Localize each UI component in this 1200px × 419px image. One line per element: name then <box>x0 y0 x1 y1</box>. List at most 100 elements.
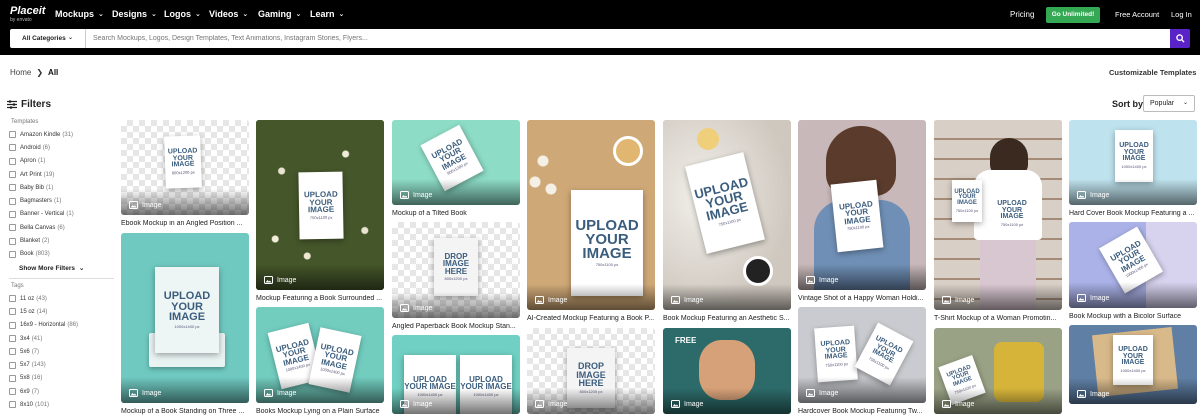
tag-filter-row[interactable]: 6x9 (7) <box>9 385 119 398</box>
template-card[interactable]: UPLOAD YOUR IMAGE 1000x1400 px Image <box>1069 325 1197 404</box>
checkbox[interactable] <box>9 401 16 409</box>
template-thumbnail[interactable]: UPLOAD YOUR IMAGE 1000x1400 px Image <box>1069 120 1197 205</box>
template-filter-row[interactable]: Banner - Vertical (1) <box>9 208 119 221</box>
search-button[interactable] <box>1170 29 1190 48</box>
nav-videos[interactable]: Videos ⌄ <box>209 9 248 19</box>
template-filter-row[interactable]: Book (803) <box>9 248 119 261</box>
checkbox[interactable] <box>9 171 16 179</box>
template-card[interactable]: UPLOAD YOUR IMAGE 750x1100 px Image Book Mo… <box>663 120 791 326</box>
template-filter-row[interactable]: Amazon Kindle (31) <box>9 128 119 141</box>
tag-filter-row[interactable]: 3x4 (41) <box>9 332 119 345</box>
checkbox[interactable] <box>9 131 16 139</box>
template-card[interactable]: UPLOAD YOUR IMAGE 750x1100 px Image AI-Crea… <box>527 120 655 326</box>
checkbox[interactable] <box>9 237 16 245</box>
template-caption[interactable]: T-Shirt Mockup of a Woman Promotin... <box>934 315 1062 322</box>
template-caption[interactable]: Hard Cover Book Mockup Featuring a ... <box>1069 210 1197 217</box>
tag-filter-row[interactable]: 15 oz (14) <box>9 305 119 318</box>
template-caption[interactable]: Mockup of a Tilted Book <box>392 210 520 217</box>
nav-mockups[interactable]: Mockups ⌄ <box>55 9 104 19</box>
template-caption[interactable]: Mockup Featuring a Book Surrounded ... <box>256 295 384 302</box>
template-card[interactable]: FREE Image <box>663 328 791 414</box>
checkbox[interactable] <box>9 210 16 218</box>
tag-filter-row[interactable]: 5x8 (16) <box>9 372 119 385</box>
checkbox[interactable] <box>9 224 16 232</box>
template-caption[interactable]: Book Mockup with a Bicolor Surface <box>1069 313 1197 320</box>
checkbox[interactable] <box>9 335 16 342</box>
template-filter-row[interactable]: Baby Bib (1) <box>9 181 119 194</box>
template-thumbnail[interactable]: UPLOAD YOUR IMAGE 800x1200 px Image <box>392 120 520 205</box>
template-card[interactable]: UPLOAD YOUR IMAGE1000x1400 pxUPLOAD YOUR… <box>392 335 520 414</box>
template-filter-row[interactable]: Blanket (2) <box>9 234 119 247</box>
free-account-link[interactable]: Free Account <box>1115 10 1159 19</box>
template-filter-row[interactable]: Android (6) <box>9 141 119 154</box>
template-caption[interactable]: Ebook Mockup in an Angled Position ... <box>121 220 249 227</box>
go-unlimited-button[interactable]: Go Unlimited! <box>1046 7 1100 23</box>
checkbox[interactable] <box>9 361 16 369</box>
nav-designs[interactable]: Designs ⌄ <box>112 9 157 19</box>
checkbox[interactable] <box>9 157 16 165</box>
template-filter-row[interactable]: Apron (1) <box>9 155 119 168</box>
category-select[interactable]: All Categories ⌄ <box>10 29 86 48</box>
checkbox[interactable] <box>9 348 16 356</box>
login-link[interactable]: Log In <box>1171 10 1192 19</box>
template-caption[interactable]: Angled Paperback Book Mockup Stan... <box>392 323 520 330</box>
template-caption[interactable]: AI-Created Mockup Featuring a Book P... <box>527 315 655 322</box>
tag-filter-row[interactable]: 16x9 - Horizontal (86) <box>9 319 119 332</box>
template-filter-row[interactable]: Art Print (19) <box>9 168 119 181</box>
checkbox[interactable] <box>9 184 16 192</box>
search-input[interactable] <box>86 29 1170 48</box>
template-card[interactable]: UPLOAD YOUR IMAGE 1000x1400 px Image Hard C… <box>1069 120 1197 221</box>
nav-learn[interactable]: Learn ⌄ <box>310 9 344 19</box>
template-thumbnail[interactable]: UPLOAD YOUR IMAGE750x1100 pxImage <box>256 120 384 290</box>
template-thumbnail[interactable]: UPLOAD YOUR IMAGE750x1100 pxImage <box>527 120 655 310</box>
template-thumbnail[interactable]: UPLOAD YOUR IMAGE750x1100 pxImage <box>798 120 926 290</box>
template-card[interactable]: UPLOAD YOUR IMAGE 750x1100 px UPLOAD YOUR … <box>934 120 1062 326</box>
template-card[interactable]: DROP IMAGE HERE800x1200 pxImage <box>527 328 655 414</box>
template-thumbnail[interactable]: UPLOAD YOUR IMAGE 1000x1400 px Image <box>1069 222 1197 308</box>
template-thumbnail[interactable]: UPLOAD YOUR IMAGE1000x1400 pxUPLOAD YOUR… <box>256 307 384 403</box>
filters-header[interactable]: Filters <box>7 99 51 110</box>
tag-filter-row[interactable]: 8x10 (101) <box>9 398 119 411</box>
template-filter-row[interactable]: Bella Canvas (6) <box>9 221 119 234</box>
template-thumbnail[interactable]: UPLOAD YOUR IMAGE 1000x1400 px Image <box>121 233 249 403</box>
pricing-link[interactable]: Pricing <box>1010 10 1034 19</box>
template-card[interactable]: DROP IMAGE HERE 800x1200 px Image Angled Pa… <box>392 222 520 334</box>
template-thumbnail[interactable]: UPLOAD YOUR IMAGE 800x1200 px Image <box>121 120 249 215</box>
checkbox[interactable] <box>9 388 16 396</box>
checkbox[interactable] <box>9 295 16 303</box>
checkbox[interactable] <box>9 144 16 152</box>
template-thumbnail[interactable]: UPLOAD YOUR IMAGE1000x1400 pxUPLOAD YOUR… <box>392 335 520 414</box>
template-thumbnail[interactable]: UPLOAD YOUR IMAGE 1000x1400 px Image <box>1069 325 1197 404</box>
template-card[interactable]: UPLOAD YOUR IMAGE 1000x1400 px Image Book M… <box>1069 222 1197 324</box>
checkbox[interactable] <box>9 321 16 329</box>
template-thumbnail[interactable]: FREE Image <box>663 328 791 414</box>
checkbox[interactable] <box>9 197 16 205</box>
customizable-templates-link[interactable]: Customizable Templates <box>1109 68 1196 77</box>
template-caption[interactable]: Book Mockup Featuring an Aesthetic S... <box>663 315 791 322</box>
template-card[interactable]: UPLOAD YOUR IMAGE750x1100 pxImage <box>934 328 1062 414</box>
checkbox[interactable] <box>9 250 16 258</box>
tag-filter-row[interactable]: 5x6 (7) <box>9 345 119 358</box>
template-card[interactable]: UPLOAD YOUR IMAGE 750x1100 px UPLOAD YOUR … <box>798 307 926 419</box>
template-card[interactable]: UPLOAD YOUR IMAGE1000x1400 pxUPLOAD YOUR… <box>256 307 384 419</box>
nav-gaming[interactable]: Gaming ⌄ <box>258 9 301 19</box>
breadcrumb-home[interactable]: Home <box>10 68 31 77</box>
template-card[interactable]: UPLOAD YOUR IMAGE 800x1200 px Image Ebook M… <box>121 120 249 231</box>
tag-filter-row[interactable]: 5x7 (143) <box>9 358 119 371</box>
template-thumbnail[interactable]: UPLOAD YOUR IMAGE750x1100 pxImage <box>934 328 1062 414</box>
template-card[interactable]: UPLOAD YOUR IMAGE 750x1100 px Image Vintage… <box>798 120 926 306</box>
template-card[interactable]: UPLOAD YOUR IMAGE 800x1200 px Image Mockup … <box>392 120 520 221</box>
template-caption[interactable]: Vintage Shot of a Happy Woman Holdi... <box>798 295 926 302</box>
template-thumbnail[interactable]: UPLOAD YOUR IMAGE 750x1100 px UPLOAD YOUR … <box>798 307 926 403</box>
template-thumbnail[interactable]: UPLOAD YOUR IMAGE750x1100 pxImage <box>663 120 791 310</box>
nav-logos[interactable]: Logos ⌄ <box>164 9 201 19</box>
sort-select[interactable]: Popular ⌄ <box>1143 95 1195 112</box>
template-thumbnail[interactable]: DROP IMAGE HERE800x1200 pxImage <box>392 222 520 318</box>
tag-filter-row[interactable]: 11 oz (43) <box>9 292 119 305</box>
template-card[interactable]: UPLOAD YOUR IMAGE 750x1100 px Image Mockup … <box>256 120 384 306</box>
checkbox[interactable] <box>9 308 16 316</box>
template-card[interactable]: UPLOAD YOUR IMAGE 1000x1400 px Image Mockup… <box>121 233 249 419</box>
checkbox[interactable] <box>9 374 16 382</box>
template-filter-row[interactable]: Bagmasters (1) <box>9 194 119 207</box>
template-thumbnail[interactable]: DROP IMAGE HERE800x1200 pxImage <box>527 328 655 414</box>
